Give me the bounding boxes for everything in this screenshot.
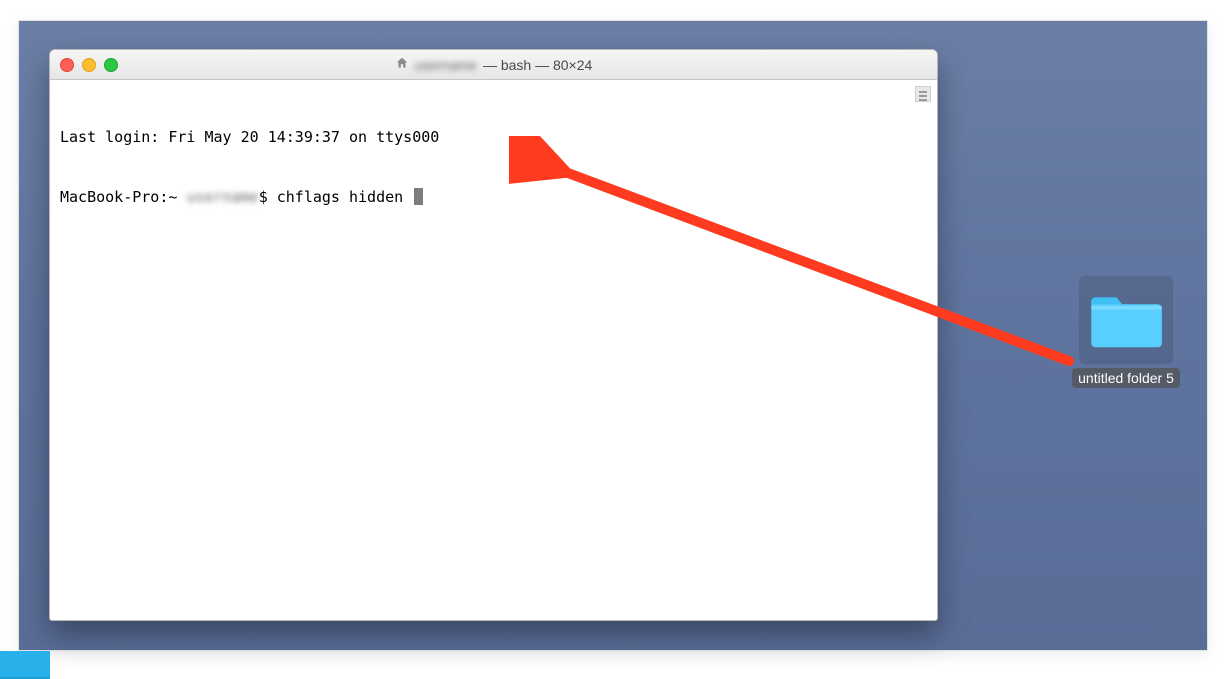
bottom-accent-tab [0,651,50,679]
prompt-symbol: $ [259,188,277,206]
typed-command: chflags hidden [277,188,412,206]
close-icon[interactable] [60,58,74,72]
terminal-output[interactable]: Last login: Fri May 20 14:39:37 on ttys0… [50,80,937,258]
home-icon [395,50,409,80]
folder-icon[interactable] [1079,276,1173,364]
folder-label[interactable]: untitled folder 5 [1072,368,1180,388]
title-suffix: — bash — 80×24 [483,50,592,80]
title-user-blurred: username [415,50,477,80]
desktop-background: username — bash — 80×24 Last login: Fri … [18,20,1208,651]
window-titlebar[interactable]: username — bash — 80×24 [50,50,937,80]
window-traffic-lights [60,58,118,72]
terminal-prompt-line: MacBook-Pro:~ username$ chflags hidden [60,187,927,207]
scroll-indicator-icon[interactable] [915,86,931,102]
desktop-folder-item[interactable]: untitled folder 5 [1066,276,1186,388]
cursor-icon [414,188,423,205]
terminal-line: Last login: Fri May 20 14:39:37 on ttys0… [60,127,927,147]
prompt-user-blurred: username [186,187,258,207]
zoom-icon[interactable] [104,58,118,72]
prompt-host: MacBook-Pro:~ [60,188,186,206]
minimize-icon[interactable] [82,58,96,72]
window-title: username — bash — 80×24 [395,51,593,80]
terminal-window[interactable]: username — bash — 80×24 Last login: Fri … [49,49,938,621]
